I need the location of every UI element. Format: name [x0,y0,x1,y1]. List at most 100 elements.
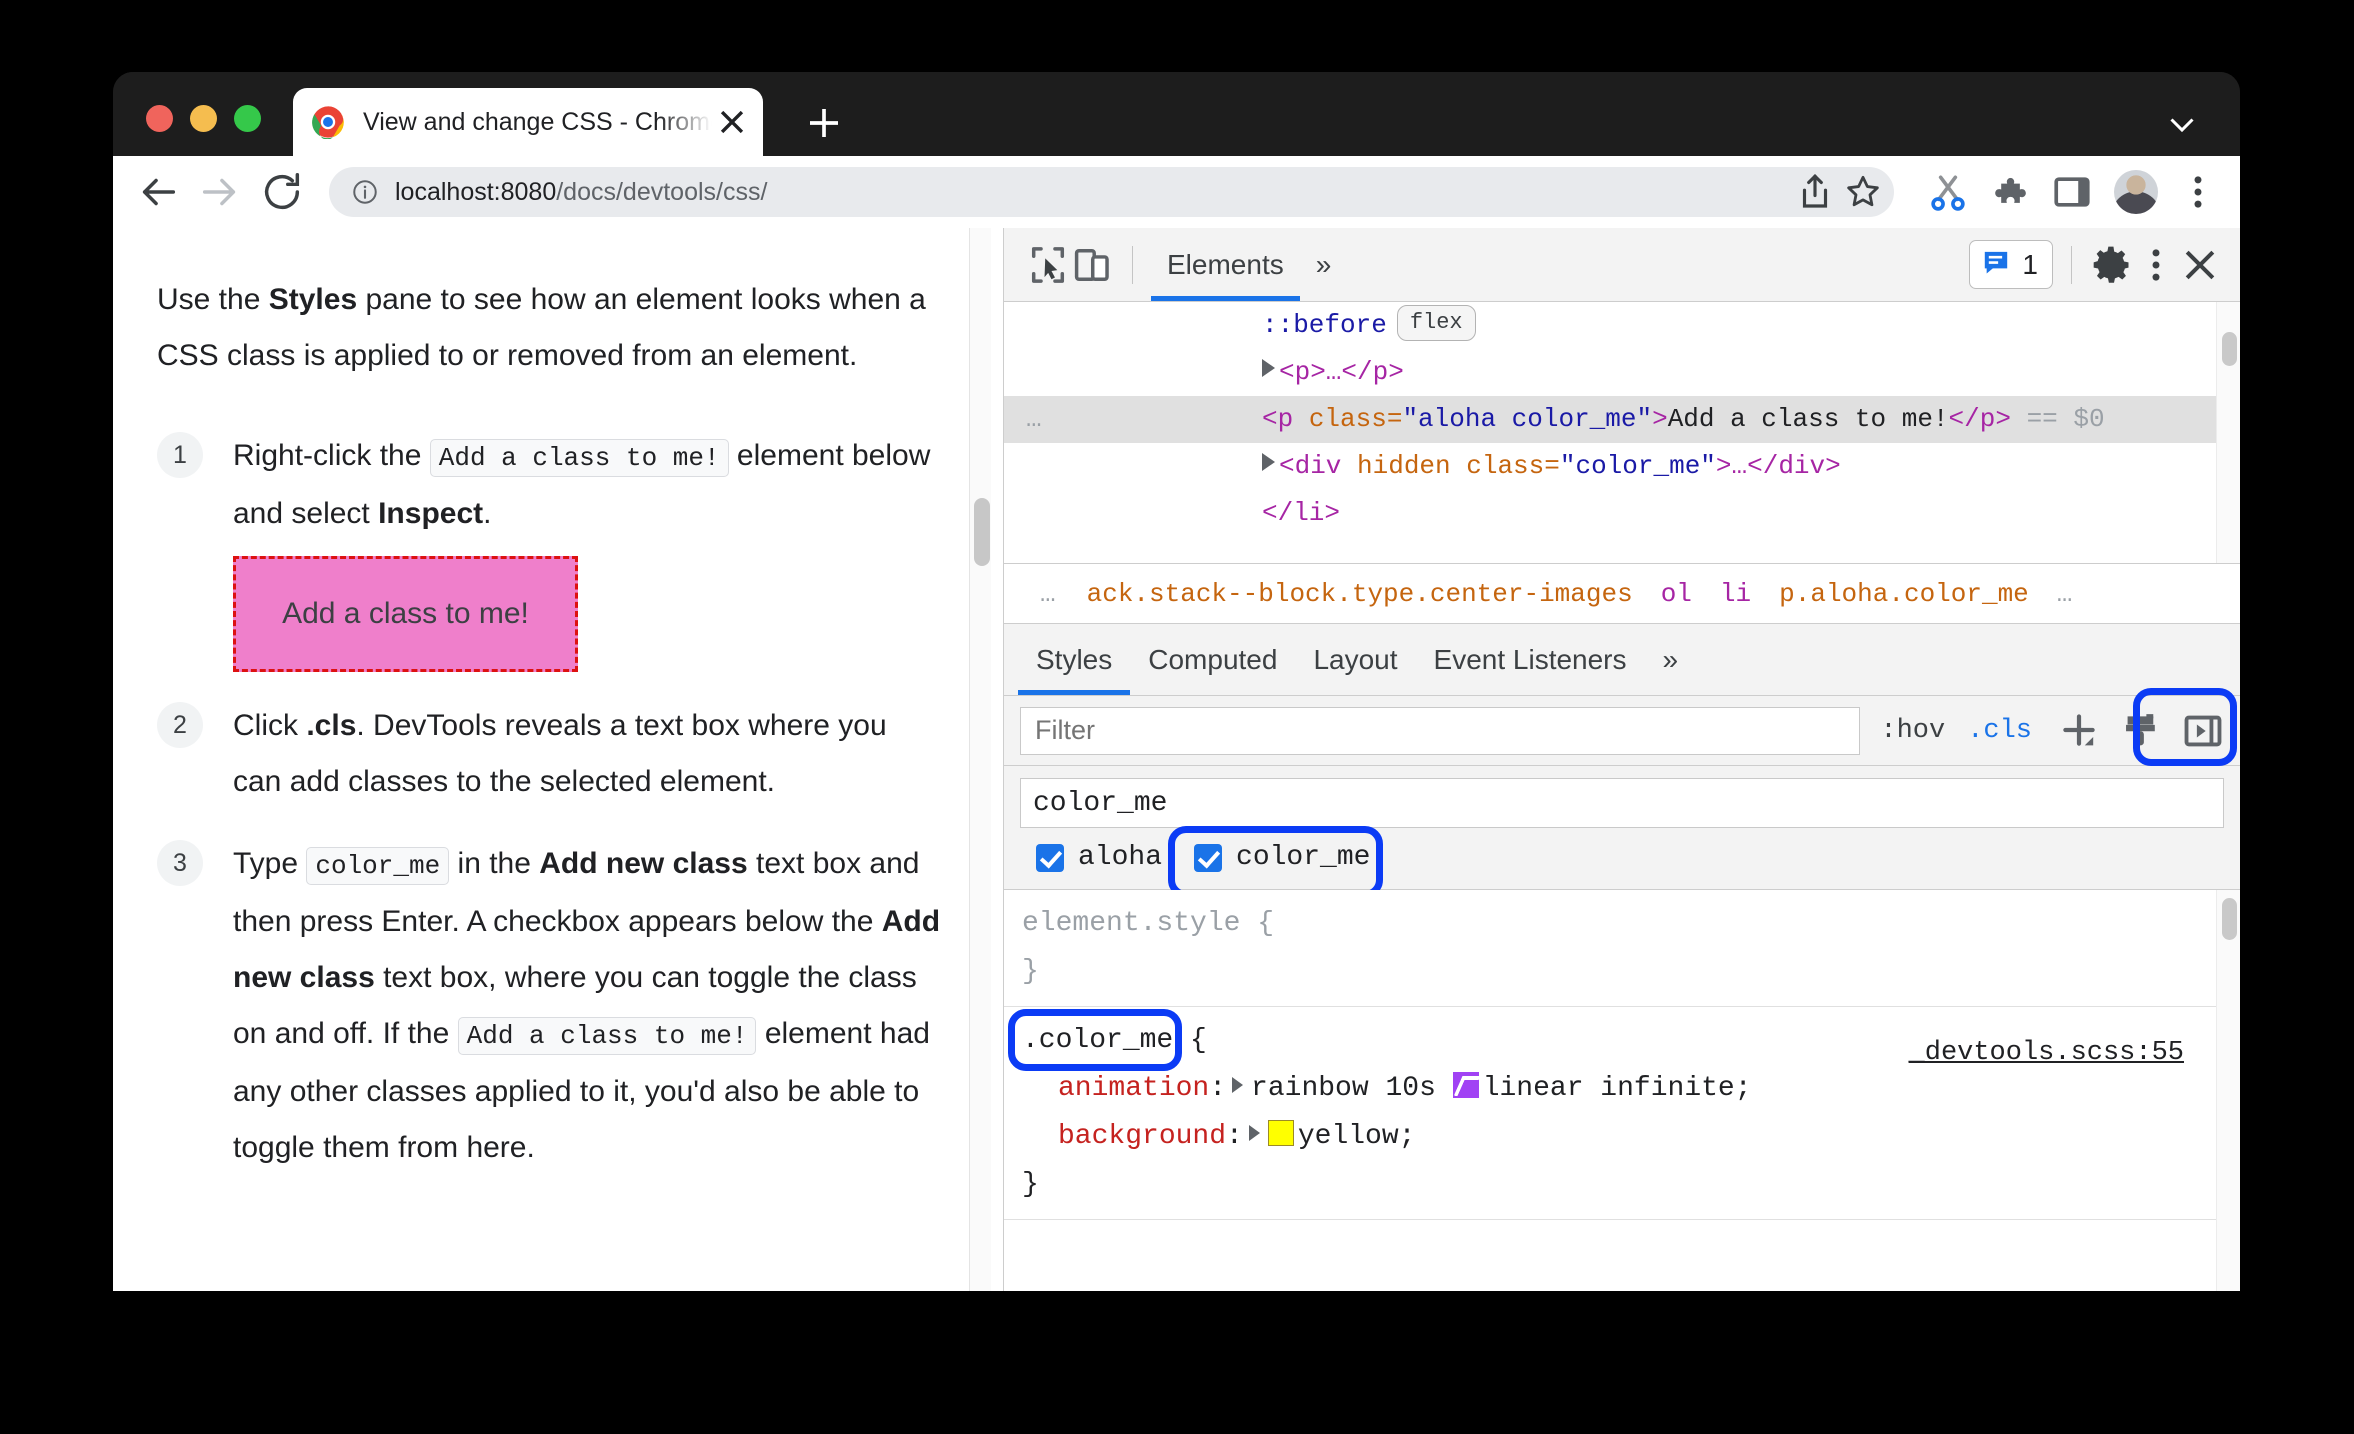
tab-computed[interactable]: Computed [1130,624,1295,695]
styles-filter-bar: :hov .cls [1004,688,2240,766]
breadcrumb-item[interactable]: ack.stack--block.type.center-images [1073,579,1647,609]
window-maximize-button[interactable] [234,105,261,132]
demo-target-element[interactable]: Add a class to me! [233,556,578,672]
rules-scrollbar-thumb[interactable] [2222,898,2237,940]
class-toggle-aloha[interactable]: aloha [1020,838,1178,877]
easing-swatch-icon[interactable] [1452,1072,1479,1098]
page-scrollbar[interactable] [969,228,991,1291]
share-icon[interactable] [1794,171,1836,213]
message-count-badge[interactable]: 1 [1969,240,2053,289]
devtools-tabs: Elements [1151,228,1300,301]
plus-icon[interactable] [2056,708,2102,754]
page-scrollbar-thumb[interactable] [974,498,990,566]
step-number: 1 [157,432,203,478]
rules-scrollbar[interactable] [2216,890,2240,1291]
star-icon[interactable] [1842,171,1884,213]
dom-text-node[interactable]: Add a class to me! [1668,404,1949,434]
css-property-background[interactable]: background [1058,1121,1226,1152]
hov-toggle-button[interactable]: :hov [1880,716,1945,746]
devtools-panel: Elements » 1::before flex <p>…</p> … <p… [1003,228,2240,1291]
step-text: in the [449,847,540,880]
expand-triangle-icon[interactable] [1262,359,1275,377]
dom-attr-name[interactable]: class [1309,404,1387,434]
chevron-down-icon[interactable] [2164,106,2200,142]
dom-attr-value[interactable]: "aloha color_me" [1402,404,1652,434]
search-input[interactable] [1020,706,1861,755]
back-arrow-icon[interactable] [135,169,181,215]
tab-layout[interactable]: Layout [1295,624,1415,695]
collapse-pane-icon[interactable] [2180,708,2226,754]
css-value-background[interactable]: yellow [1298,1121,1399,1152]
address-bar-url: localhost:8080/docs/devtools/css/ [395,178,767,207]
avatar[interactable] [2114,170,2158,214]
web-page-content: Use the Styles pane to see how an elemen… [113,228,1003,1291]
dom-row[interactable]: <div hidden class="color_me">…</div> [1004,443,2240,490]
tab-event-listeners[interactable]: Event Listeners [1416,624,1645,695]
more-panels-chevron[interactable]: » [1300,228,1348,301]
breadcrumb-item[interactable]: … [1026,579,1073,609]
css-selector[interactable]: element.style [1022,908,1240,939]
inspect-element-icon[interactable] [1026,243,1070,287]
dom-tree[interactable]: ::before flex <p>…</p> … <p class="aloha … [1004,302,2240,564]
kebab-menu-icon[interactable] [2176,170,2220,214]
scissors-icon[interactable] [1926,170,1970,214]
tab-elements[interactable]: Elements [1151,228,1300,301]
class-toggle-color_me[interactable]: color_me [1178,838,1386,877]
expand-triangle-icon[interactable] [1262,453,1275,471]
close-icon[interactable] [2178,243,2222,287]
expand-shorthand-icon[interactable] [1248,1125,1260,1141]
tab-»[interactable]: » [1645,624,1697,695]
reload-icon[interactable] [259,169,305,215]
css-selector[interactable]: .color_me [1022,1025,1173,1056]
css-source-link[interactable]: _devtools.scss:55 [1909,1029,2184,1077]
flex-badge[interactable]: flex [1396,305,1476,341]
cls-toggle-button[interactable]: .cls [1959,714,2040,748]
dom-tag-open: <p [1262,404,1309,434]
new-tab-button[interactable] [803,102,845,144]
color-swatch-icon[interactable] [1267,1120,1294,1146]
css-value-animation-post[interactable]: linear infinite [1483,1073,1735,1104]
puzzle-extensions-icon[interactable] [1988,170,2032,214]
dom-row[interactable]: ::before flex [1004,302,2240,349]
breadcrumb-item[interactable]: li [1706,579,1765,609]
dom-node-p-collapsed: <p>…</p> [1279,357,1404,387]
expand-shorthand-icon[interactable] [1232,1077,1244,1093]
brace-open: { [1257,908,1275,939]
css-property-animation[interactable]: animation [1058,1073,1209,1104]
browser-toolbar: localhost:8080/docs/devtools/css/ [113,156,2240,228]
checkbox-icon[interactable] [1194,843,1223,872]
dom-tree-scrollbar[interactable] [2216,302,2240,563]
info-circle-icon[interactable] [351,178,379,206]
device-toolbar-icon[interactable] [1070,243,1114,287]
css-rule-color-me[interactable]: .color_me { _devtools.scss:55 animation:… [1004,1007,2240,1220]
dom-node-li-close: </li> [1262,498,1341,528]
add-new-class-input[interactable] [1020,778,2224,828]
breadcrumb-item[interactable]: p.aloha.color_me [1765,579,2043,609]
css-rule-element-style[interactable]: element.style { } [1004,890,2240,1007]
paintbrush-icon[interactable] [2118,708,2164,754]
dom-row[interactable]: </li> [1004,490,2240,537]
step-number: 2 [157,702,203,748]
window-minimize-button[interactable] [190,105,217,132]
tab-styles[interactable]: Styles [1018,624,1131,695]
kebab-menu-icon[interactable] [2134,243,2178,287]
bold-text: .cls [306,709,357,742]
toolbar-divider-2 [2071,245,2072,284]
dom-row-selected[interactable]: … <p class="aloha color_me">Add a class … [1004,396,2240,443]
css-value-animation-pre[interactable]: rainbow 10s [1251,1073,1453,1104]
breadcrumb-item[interactable]: … [2043,579,2090,609]
side-panel-icon[interactable] [2050,170,2094,214]
address-bar[interactable]: localhost:8080/docs/devtools/css/ [329,167,1894,217]
dom-tree-scrollbar-thumb[interactable] [2222,332,2237,366]
browser-tab[interactable]: View and change CSS - Chrome [293,88,763,156]
steps-list: 1 Right-click the Add a class to me! elem… [157,428,943,1176]
window-close-button[interactable] [146,105,173,132]
gear-icon[interactable] [2090,243,2134,287]
close-icon[interactable] [715,105,749,139]
breadcrumb-item[interactable]: ol [1647,579,1706,609]
checkbox-icon[interactable] [1036,843,1064,872]
dom-row[interactable]: <p>…</p> [1004,349,2240,396]
row-more-icon[interactable]: … [1026,396,1044,443]
forward-arrow-icon[interactable] [197,169,243,215]
dom-selected-ref: == $0 [2026,404,2105,434]
